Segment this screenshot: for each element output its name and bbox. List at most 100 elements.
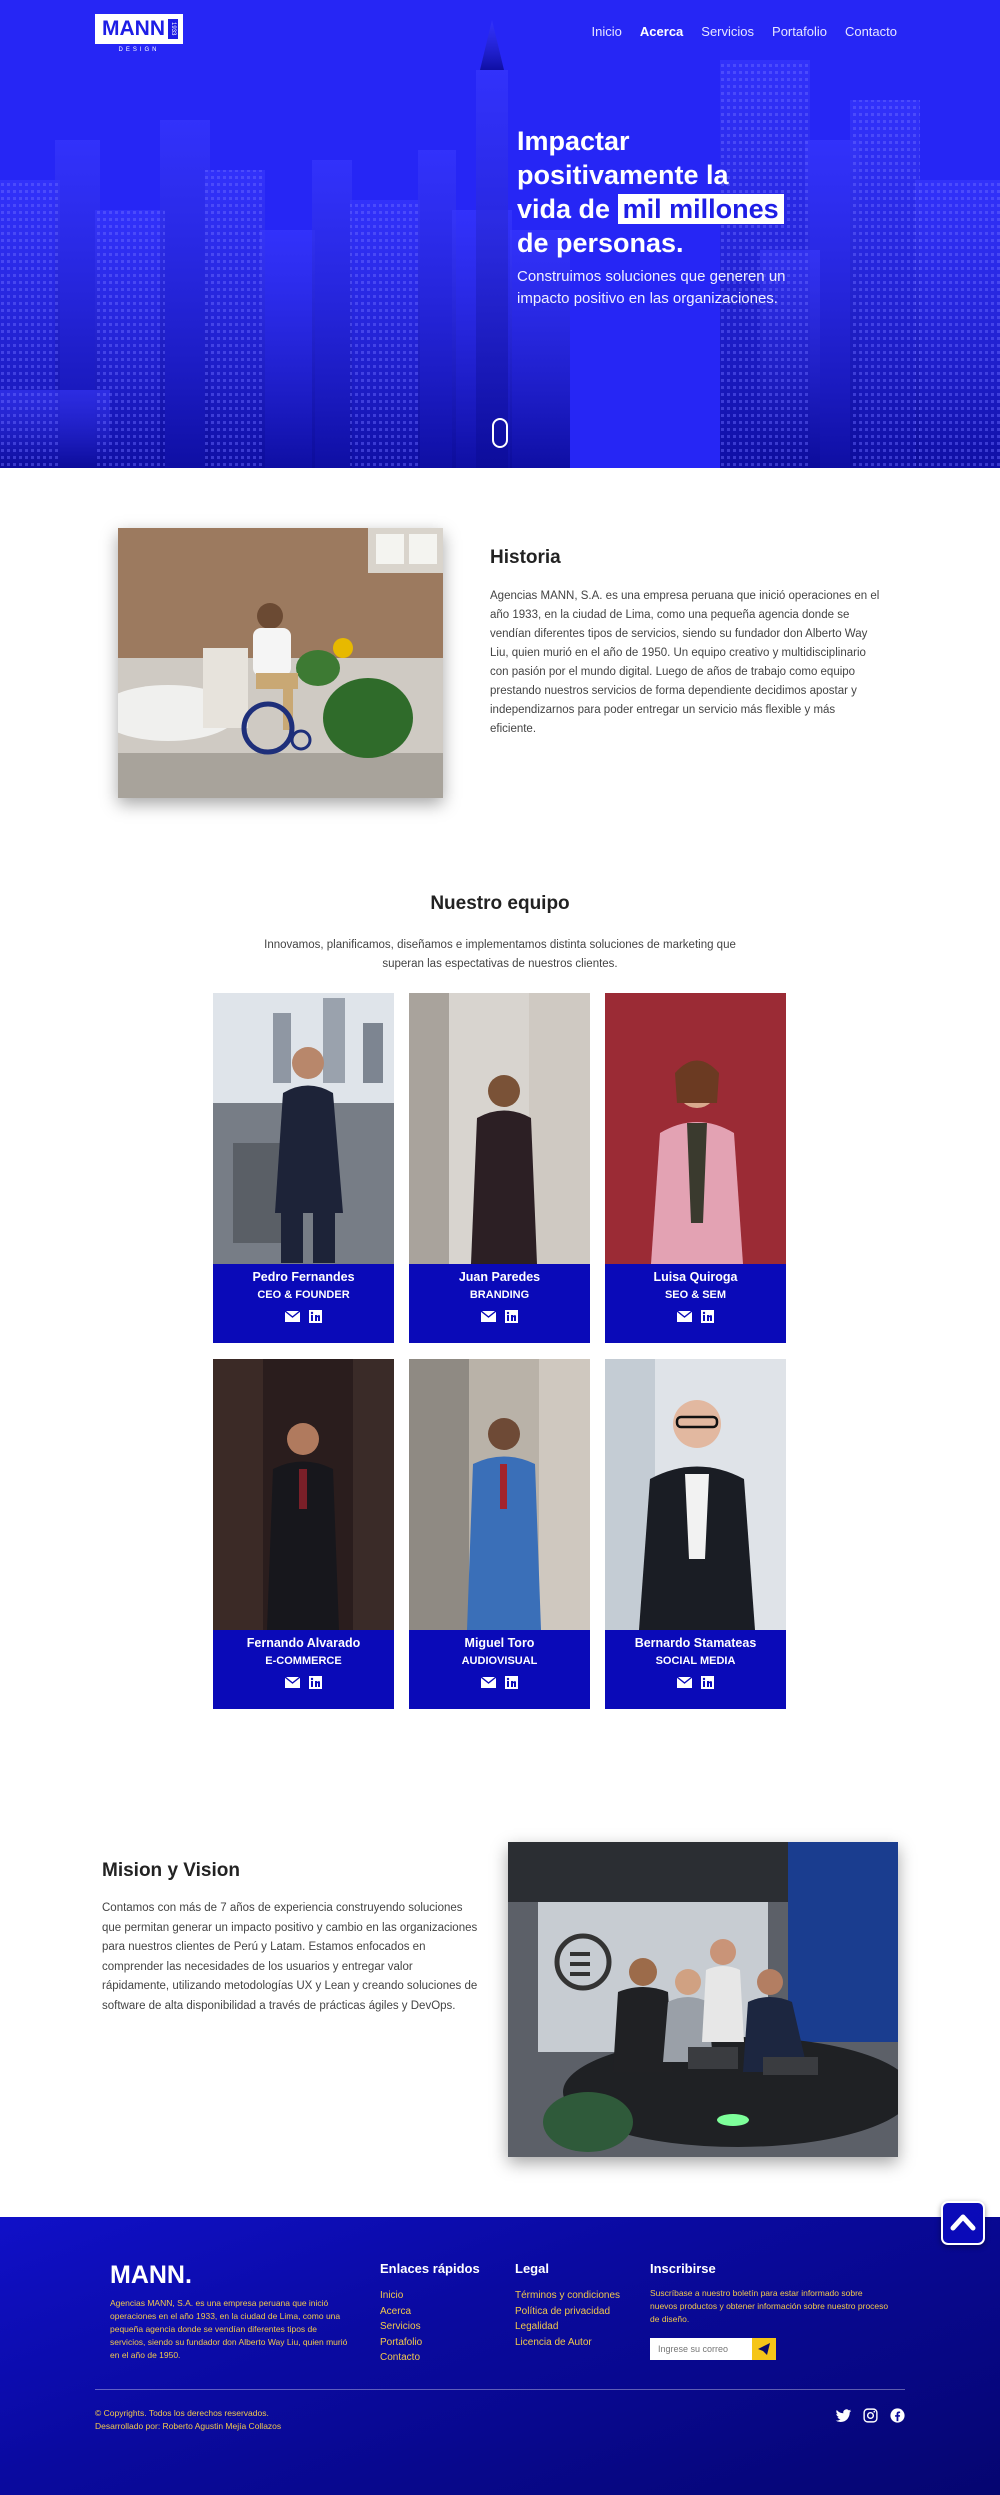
send-icon — [758, 2343, 770, 2355]
footer-legal-links: Términos y condiciones Política de priva… — [515, 2289, 620, 2349]
footer-divider — [95, 2389, 905, 2390]
team-card-fernando: Fernando Alvarado E-COMMERCE — [213, 1359, 394, 1709]
footer-subscribe-title: Inscribirse — [650, 2261, 716, 2276]
team-member-social — [605, 1676, 786, 1689]
team-member-name: Juan Paredes — [458, 1270, 541, 1284]
historia-image — [118, 528, 443, 798]
footer-link-privacidad[interactable]: Política de privacidad — [515, 2305, 620, 2319]
team-member-name: Luisa Quiroga — [653, 1270, 738, 1284]
linkedin-icon[interactable] — [700, 1676, 715, 1689]
team-member-role: AUDIOVISUAL — [461, 1655, 538, 1667]
team-member-social — [213, 1676, 394, 1689]
team-member-social — [605, 1310, 786, 1323]
footer-link-acerca[interactable]: Acerca — [380, 2305, 422, 2319]
nav-link-inicio[interactable]: Inicio — [592, 24, 622, 39]
chevron-up-icon — [950, 2214, 976, 2231]
team-photo — [605, 993, 786, 1264]
footer-link-terminos[interactable]: Términos y condiciones — [515, 2289, 620, 2303]
twitter-icon[interactable] — [835, 2407, 852, 2424]
mision-text: Contamos con más de 7 años de experienci… — [102, 1902, 478, 2012]
linkedin-icon[interactable] — [504, 1676, 519, 1689]
footer-social-links — [835, 2407, 906, 2424]
team-photo — [213, 1359, 394, 1630]
footer-quick-links-title: Enlaces rápidos — [380, 2261, 480, 2276]
footer-quick-links: Inicio Acerca Servicios Portafolio Conta… — [380, 2289, 422, 2365]
footer-link-contacto[interactable]: Contacto — [380, 2351, 422, 2365]
team-member-social — [409, 1310, 590, 1323]
team-member-name: Pedro Fernandes — [252, 1270, 355, 1284]
team-photo — [409, 993, 590, 1264]
mision-image — [508, 1842, 898, 2157]
team-card-pedro: Pedro Fernandes CEO & FOUNDER — [213, 993, 394, 1343]
hero-title-line2: positivamente la — [517, 160, 729, 190]
linkedin-icon[interactable] — [308, 1310, 323, 1323]
email-icon[interactable] — [676, 1676, 692, 1689]
historia-title: Historia — [490, 547, 561, 568]
equipo-subtitle: Innovamos, planificamos, diseñamos e imp… — [264, 939, 736, 970]
equipo-title: Nuestro equipo — [430, 893, 570, 914]
team-member-role: SOCIAL MEDIA — [655, 1655, 736, 1667]
hero-title-line3: vida de — [517, 194, 611, 224]
brand-logo[interactable]: MANN 1933 DESIGN — [95, 14, 183, 56]
top-navigation: MANN 1933 DESIGN Inicio Acerca Servicios… — [0, 0, 1000, 70]
historia-text: Agencias MANN, S.A. es una empresa perua… — [490, 590, 880, 735]
nav-link-contacto[interactable]: Contacto — [845, 24, 897, 39]
email-icon[interactable] — [480, 1310, 496, 1323]
team-member-role: SEO & SEM — [664, 1289, 727, 1301]
footer-subscribe-text: Suscríbase a nuestro boletín para estar … — [650, 2288, 889, 2324]
email-icon[interactable] — [676, 1310, 692, 1323]
newsletter-email-input[interactable] — [650, 2338, 752, 2360]
footer-about: Agencias MANN, S.A. es una empresa perua… — [110, 2298, 348, 2360]
footer-link-licencia[interactable]: Licencia de Autor — [515, 2336, 620, 2350]
back-to-top-button[interactable] — [941, 2201, 985, 2245]
copyright-text: © Copyrights. Todos los derechos reserva… — [95, 2408, 269, 2418]
linkedin-icon[interactable] — [700, 1310, 715, 1323]
hero-title: Impactar positivamente la vida de mil mi… — [517, 124, 807, 260]
team-card-luisa: Luisa Quiroga SEO & SEM — [605, 993, 786, 1343]
team-photo — [213, 993, 394, 1264]
team-member-role: E-COMMERCE — [265, 1655, 342, 1667]
footer-link-servicios[interactable]: Servicios — [380, 2320, 422, 2334]
team-photo — [409, 1359, 590, 1630]
footer-copyright: © Copyrights. Todos los derechos reserva… — [95, 2407, 281, 2433]
team-member-name: Miguel Toro — [464, 1636, 535, 1650]
hero-subtitle: Construimos soluciones que generen un im… — [517, 268, 786, 307]
email-icon[interactable] — [284, 1676, 300, 1689]
footer-link-legalidad[interactable]: Legalidad — [515, 2320, 620, 2334]
team-member-social — [213, 1310, 394, 1323]
team-card-juan: Juan Paredes BRANDING — [409, 993, 590, 1343]
linkedin-icon[interactable] — [504, 1310, 519, 1323]
footer-logo[interactable]: MANN. — [110, 2261, 192, 2290]
team-member-name: Bernardo Stamateas — [634, 1636, 757, 1650]
newsletter-submit-button[interactable] — [752, 2338, 776, 2360]
logo-subtitle: DESIGN — [118, 47, 160, 53]
hero-title-line4: de personas. — [517, 228, 684, 258]
instagram-icon[interactable] — [862, 2407, 879, 2424]
team-card-bernardo: Bernardo Stamateas SOCIAL MEDIA — [605, 1359, 786, 1709]
page: MANN 1933 DESIGN Inicio Acerca Servicios… — [0, 0, 1000, 2495]
nav-link-portafolio[interactable]: Portafolio — [772, 24, 827, 39]
footer-legal-title: Legal — [515, 2261, 549, 2276]
linkedin-icon[interactable] — [308, 1676, 323, 1689]
hero-title-highlight: mil millones — [617, 194, 784, 224]
hero-copy: Impactar positivamente la vida de mil mi… — [517, 124, 807, 310]
scroll-down-indicator-icon[interactable] — [492, 418, 508, 448]
team-photo — [605, 1359, 786, 1630]
hero-title-line1: Impactar — [517, 126, 630, 156]
mision-title: Mision y Vision — [102, 1860, 240, 1881]
team-member-role: BRANDING — [469, 1289, 530, 1301]
facebook-icon[interactable] — [889, 2407, 906, 2424]
footer-link-inicio[interactable]: Inicio — [380, 2289, 422, 2303]
logo-badge: 1933 — [168, 19, 178, 39]
team-card-miguel: Miguel Toro AUDIOVISUAL — [409, 1359, 590, 1709]
nav-link-acerca[interactable]: Acerca — [640, 24, 683, 39]
footer-link-portafolio[interactable]: Portafolio — [380, 2336, 422, 2350]
hero-section: MANN 1933 DESIGN Inicio Acerca Servicios… — [0, 0, 1000, 468]
email-icon[interactable] — [284, 1310, 300, 1323]
city-skyline-background — [0, 0, 1000, 468]
email-icon[interactable] — [480, 1676, 496, 1689]
developer-credit: Desarrollado por: Roberto Agustin Mejía … — [95, 2421, 282, 2431]
nav-links: Inicio Acerca Servicios Portafolio Conta… — [592, 24, 897, 39]
nav-link-servicios[interactable]: Servicios — [701, 24, 754, 39]
team-member-role: CEO & FOUNDER — [257, 1289, 350, 1301]
